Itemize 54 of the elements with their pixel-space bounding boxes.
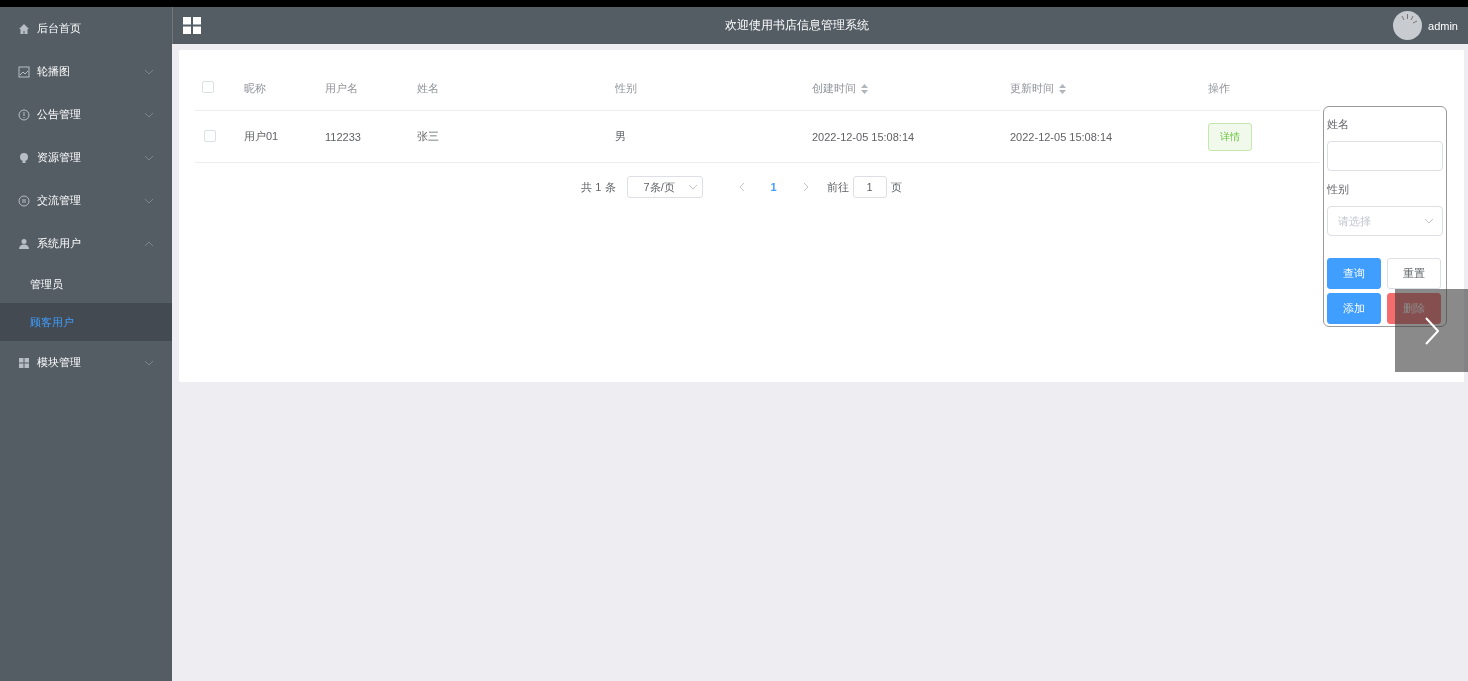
page-title: 欢迎使用书店信息管理系统 bbox=[724, 17, 870, 34]
column-header: 用户名 bbox=[325, 81, 358, 94]
chevron-down-icon bbox=[144, 111, 154, 118]
user-icon bbox=[18, 237, 30, 250]
chevron-down-icon bbox=[144, 68, 154, 75]
field-label: 性别 bbox=[1327, 182, 1350, 197]
goto-label: 前往 bbox=[826, 179, 849, 195]
column-header: 操作 bbox=[1208, 81, 1230, 94]
column-header: 昵称 bbox=[244, 81, 266, 94]
table-cell: 2022-12-05 15:08:14 bbox=[812, 130, 915, 143]
bulb-icon bbox=[18, 151, 30, 164]
sidebar-item[interactable]: 轮播图 bbox=[0, 50, 172, 93]
page-unit: 页 bbox=[890, 179, 902, 195]
sidebar-item[interactable]: 后台首页 bbox=[0, 7, 172, 50]
column-header: 性别 bbox=[615, 81, 637, 94]
table-cell: 112233 bbox=[325, 130, 361, 143]
checkbox[interactable] bbox=[202, 81, 214, 93]
chevron-down-icon bbox=[144, 359, 154, 366]
chevron-down-icon bbox=[144, 197, 154, 204]
sort-icon[interactable] bbox=[861, 83, 868, 94]
field-label: 姓名 bbox=[1327, 117, 1350, 132]
table-cell: 张三 bbox=[417, 130, 439, 142]
avatar-icon[interactable] bbox=[1393, 11, 1423, 40]
grid-icon[interactable] bbox=[183, 17, 201, 34]
user-name[interactable]: admin bbox=[1428, 19, 1458, 32]
sidebar-item[interactable]: 系统用户 bbox=[0, 222, 172, 265]
chevron-up-icon bbox=[144, 240, 154, 247]
action-button[interactable]: 重置 bbox=[1387, 258, 1441, 289]
info-icon bbox=[18, 108, 30, 121]
table-cell: 2022-12-05 15:08:14 bbox=[1010, 130, 1113, 143]
checkbox[interactable] bbox=[204, 129, 216, 142]
column-header: 姓名 bbox=[417, 81, 439, 94]
chevron-down-icon bbox=[1424, 218, 1434, 224]
sidebar-item[interactable]: 资源管理 bbox=[0, 136, 172, 179]
chevron-down-icon bbox=[144, 154, 154, 161]
chevron-down-icon bbox=[687, 184, 698, 190]
page-input[interactable]: 1 bbox=[852, 176, 887, 198]
sort-icon[interactable] bbox=[1059, 83, 1066, 94]
image-icon bbox=[18, 65, 30, 78]
home-icon bbox=[18, 22, 30, 35]
sidebar-item[interactable]: 模块管理 bbox=[0, 341, 172, 384]
input-field[interactable] bbox=[1327, 141, 1443, 171]
sidebar-item[interactable]: 公告管理 bbox=[0, 93, 172, 136]
grid-icon bbox=[18, 356, 30, 369]
prev-page-icon[interactable] bbox=[738, 182, 745, 192]
submenu-item[interactable]: 管理员 bbox=[0, 265, 172, 303]
total-count: 共 1 条 bbox=[581, 179, 616, 195]
table-cell: 用户01 bbox=[244, 130, 279, 142]
page-size-select[interactable]: 7条/页 bbox=[626, 176, 703, 198]
sidebar-item[interactable]: 交流管理 bbox=[0, 179, 172, 222]
table-cell: 男 bbox=[615, 130, 626, 142]
chevron-right-icon[interactable] bbox=[1424, 316, 1439, 345]
chat-icon bbox=[18, 194, 30, 207]
next-page-icon[interactable] bbox=[802, 182, 809, 192]
